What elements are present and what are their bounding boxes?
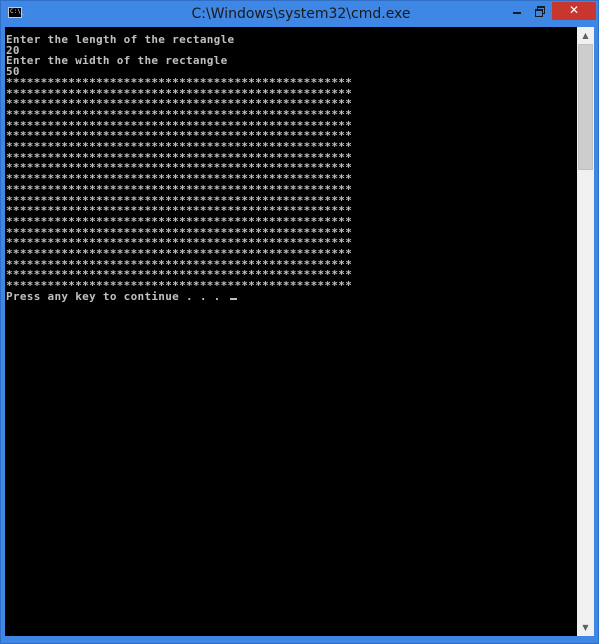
minimize-button[interactable]	[506, 2, 528, 20]
scroll-up-arrow-icon[interactable]: ▲	[577, 27, 594, 44]
scroll-thumb[interactable]	[578, 44, 593, 170]
console-text: Enter the length of the rectangle 20 Ent…	[5, 27, 577, 303]
restore-icon	[535, 6, 545, 17]
minimize-icon	[513, 12, 521, 14]
console-line: Enter the width of the rectangle	[6, 54, 228, 68]
console-window: C:\_ C:\Windows\system32\cmd.exe ✕ Enter…	[0, 0, 599, 644]
restore-button[interactable]	[528, 2, 550, 20]
cmd-prompt-icon-text: C:\_	[10, 8, 25, 15]
vertical-scrollbar[interactable]: ▲ ▼	[577, 27, 594, 636]
console-output[interactable]: Enter the length of the rectangle 20 Ent…	[5, 27, 577, 636]
close-button[interactable]: ✕	[552, 2, 596, 20]
blinking-cursor	[229, 297, 237, 300]
scroll-down-arrow-icon[interactable]: ▼	[577, 619, 594, 636]
console-line: Press any key to continue . . .	[6, 289, 221, 303]
window-title: C:\Windows\system32\cmd.exe	[191, 6, 411, 22]
console-line: Enter the length of the rectangle	[6, 33, 235, 46]
cmd-prompt-icon[interactable]: C:\_	[8, 7, 25, 18]
title-bar[interactable]: C:\_ C:\Windows\system32\cmd.exe ✕	[1, 1, 598, 27]
close-icon: ✕	[568, 3, 580, 17]
